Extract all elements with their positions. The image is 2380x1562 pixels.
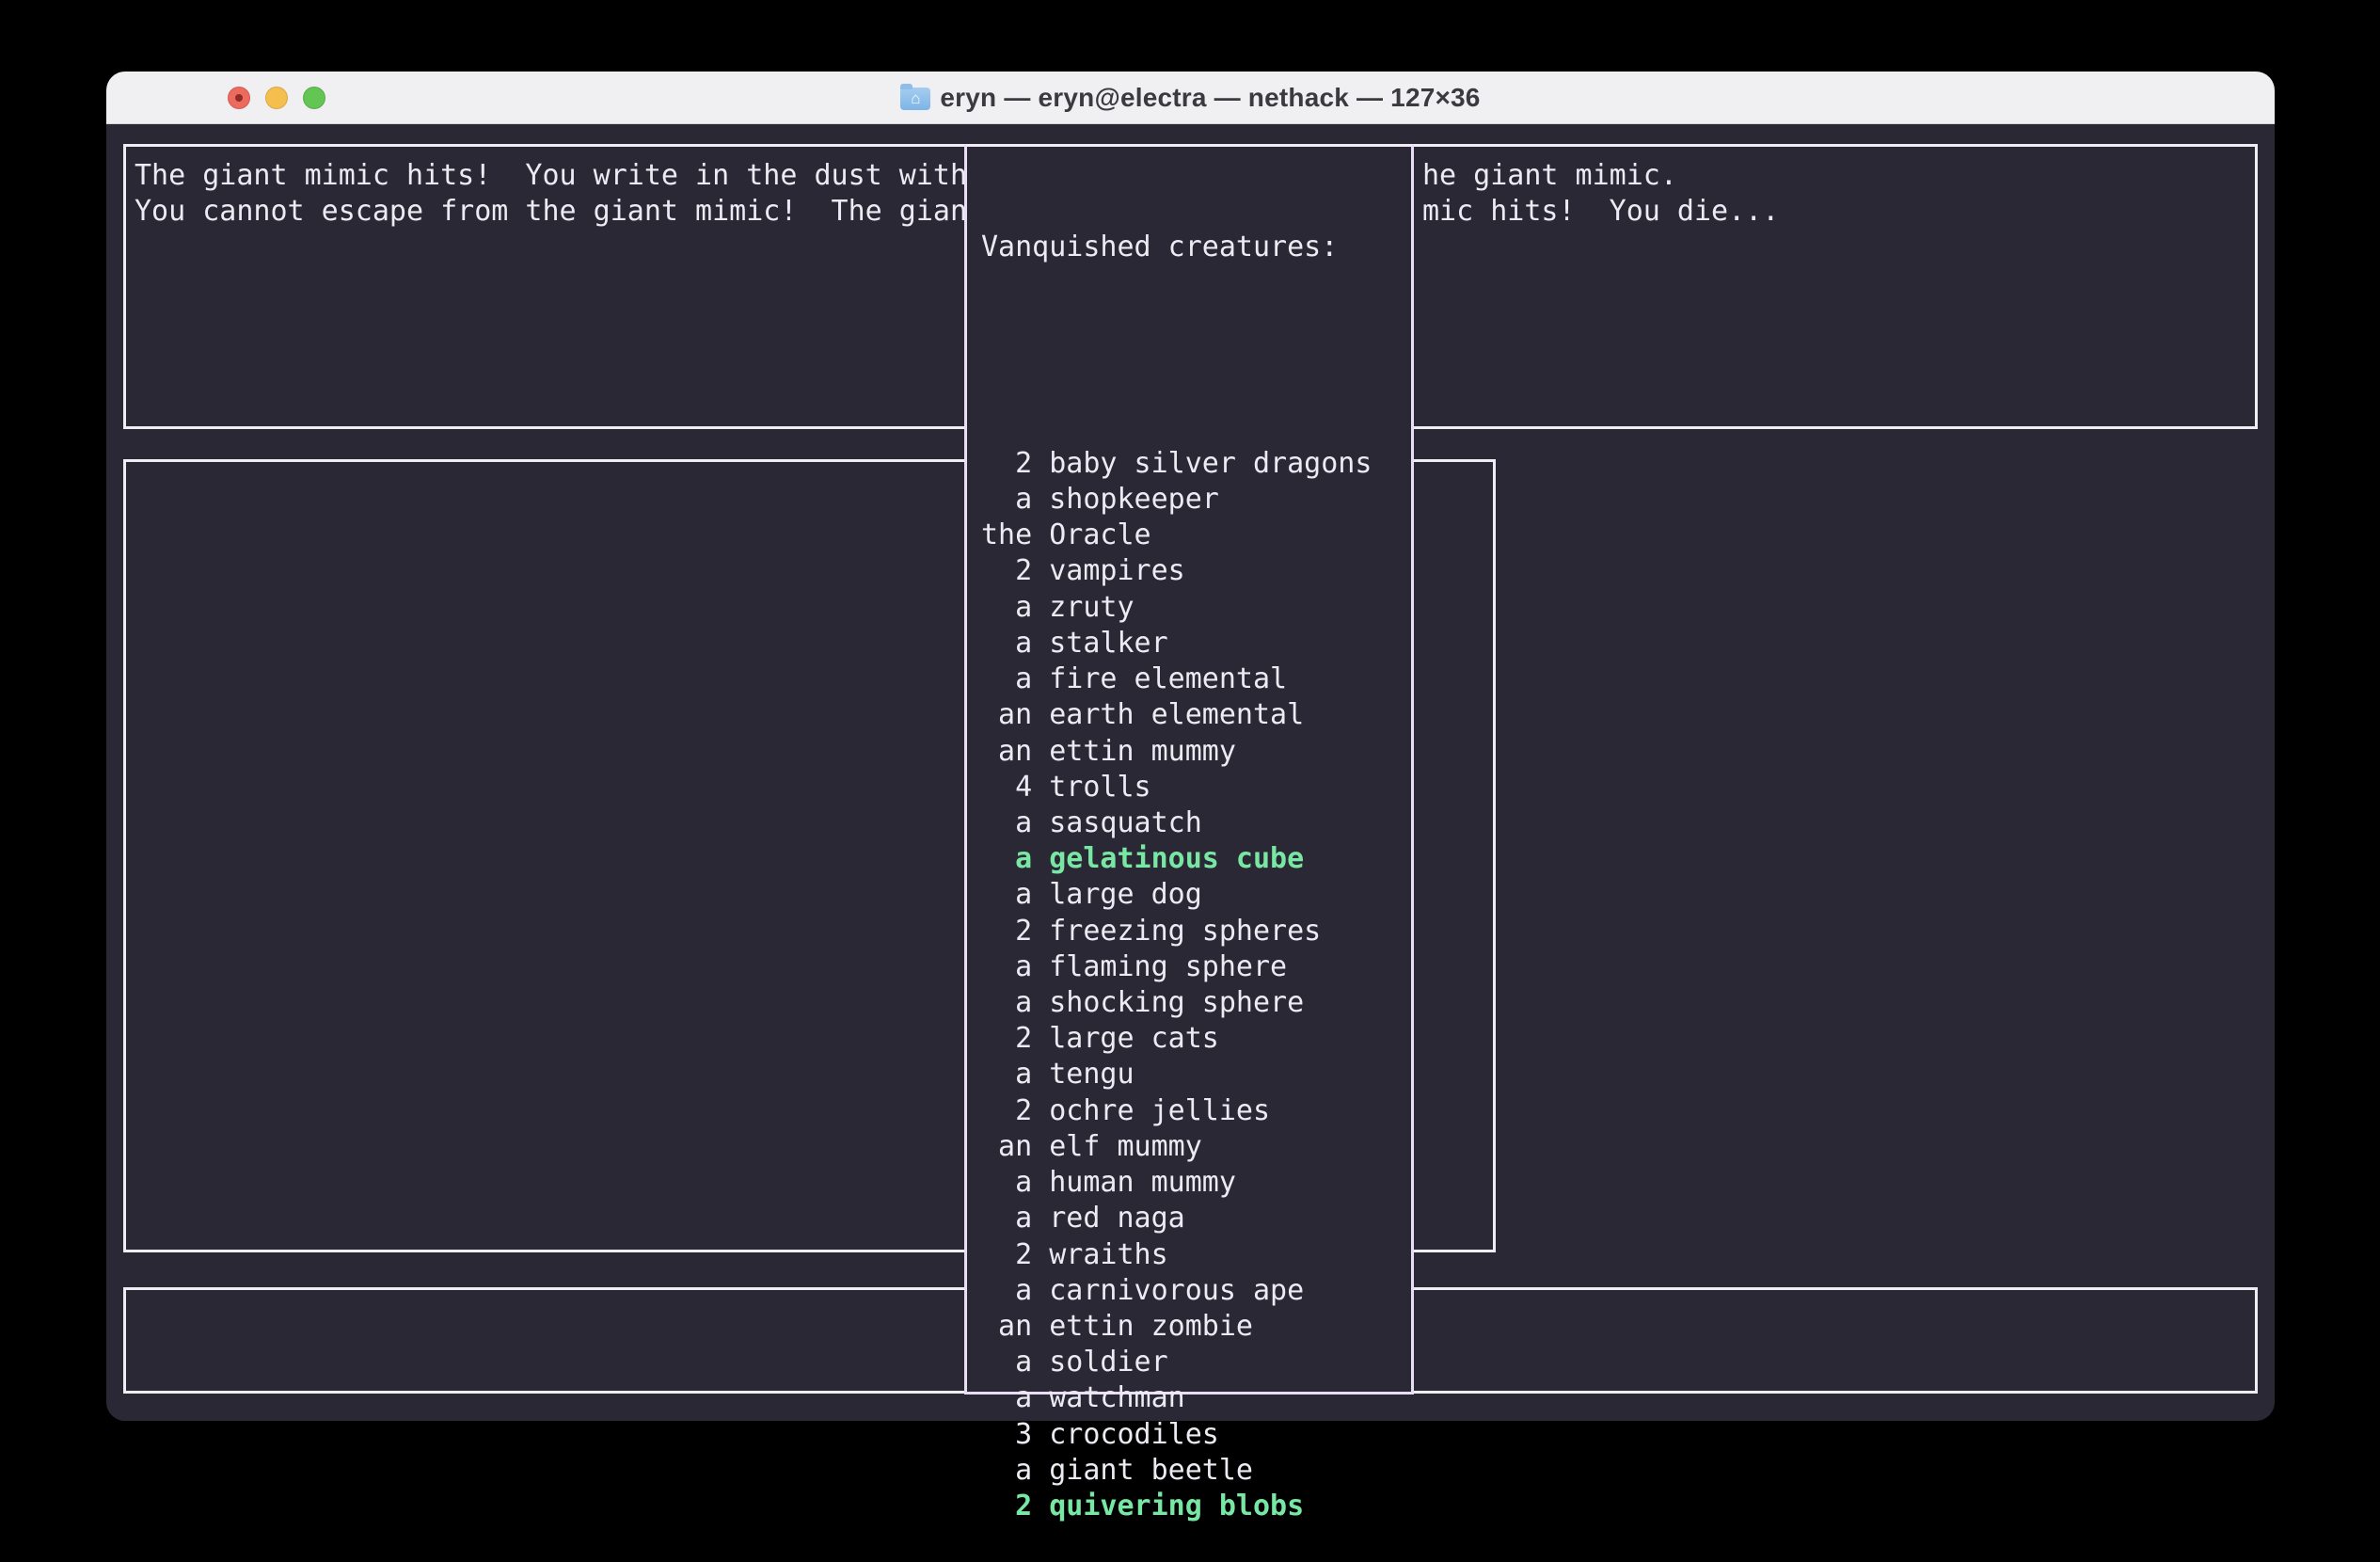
vanquished-entry: an ettin zombie: [981, 1309, 1404, 1345]
titlebar-title-group: ⌂ eryn — eryn@electra — nethack — 127×36: [900, 83, 1480, 113]
home-folder-icon: ⌂: [900, 88, 930, 110]
vanquished-entry: 2 ochre jellies: [981, 1093, 1404, 1129]
vanquished-entry-highlighted: a gelatinous cube: [981, 841, 1404, 877]
vanquished-entry: an earth elemental: [981, 697, 1404, 733]
house-glyph: ⌂: [900, 88, 930, 110]
vanquished-entry: an elf mummy: [981, 1129, 1404, 1165]
vanquished-entry: a soldier: [981, 1345, 1404, 1380]
zoom-button[interactable]: [303, 87, 325, 109]
vanquished-creatures-content: Vanquished creatures: 2 baby silver drag…: [981, 158, 1404, 1562]
minimize-button[interactable]: [265, 87, 288, 109]
vanquished-entry: a watchman: [981, 1380, 1404, 1416]
vanquished-entry: a stalker: [981, 626, 1404, 661]
vanquished-entry: a human mummy: [981, 1165, 1404, 1201]
traffic-light-buttons: [228, 72, 325, 124]
vanquished-entry: a giant beetle: [981, 1453, 1404, 1489]
vanquished-entry: a red naga: [981, 1201, 1404, 1236]
window-title: eryn — eryn@electra — nethack — 127×36: [940, 83, 1480, 113]
vanquished-entry: a zruty: [981, 590, 1404, 626]
vanquished-entry: a fire elemental: [981, 661, 1404, 697]
vanquished-entry: an ettin mummy: [981, 734, 1404, 770]
message-text-left-fragment: The giant mimic hits! You write in the d…: [135, 158, 967, 230]
window-titlebar[interactable]: ⌂ eryn — eryn@electra — nethack — 127×36: [106, 72, 2275, 124]
vanquished-entry: a shocking sphere: [981, 985, 1404, 1021]
vanquished-entries-list: 2 baby silver dragons a shopkeeperthe Or…: [981, 446, 1404, 1525]
vanquished-entry: 4 trolls: [981, 770, 1404, 805]
vanquished-entry: 3 crocodiles: [981, 1417, 1404, 1453]
vanquished-entry: a shopkeeper: [981, 482, 1404, 518]
blank-row: [981, 338, 1404, 374]
vanquished-entry: 2 wraiths: [981, 1237, 1404, 1273]
vanquished-entry: 2 large cats: [981, 1021, 1404, 1057]
vanquished-entry: a large dog: [981, 877, 1404, 913]
vanquished-entry: a carnivorous ape: [981, 1273, 1404, 1309]
vanquished-entry: 2 freezing spheres: [981, 914, 1404, 949]
message-text-right-fragment: he giant mimic. mic hits! You die...: [1422, 158, 1779, 230]
vanquished-entry: a tengu: [981, 1057, 1404, 1092]
vanquished-entry: 2 baby silver dragons: [981, 446, 1404, 482]
vanquished-entry: a flaming sphere: [981, 949, 1404, 985]
vanquished-entry: 2 vampires: [981, 553, 1404, 589]
close-button[interactable]: [228, 87, 250, 109]
vanquished-entry: a sasquatch: [981, 805, 1404, 841]
vanquished-entry-highlighted: 2 quivering blobs: [981, 1489, 1404, 1524]
menu-header: Vanquished creatures:: [981, 230, 1404, 265]
vanquished-entry: the Oracle: [981, 518, 1404, 553]
